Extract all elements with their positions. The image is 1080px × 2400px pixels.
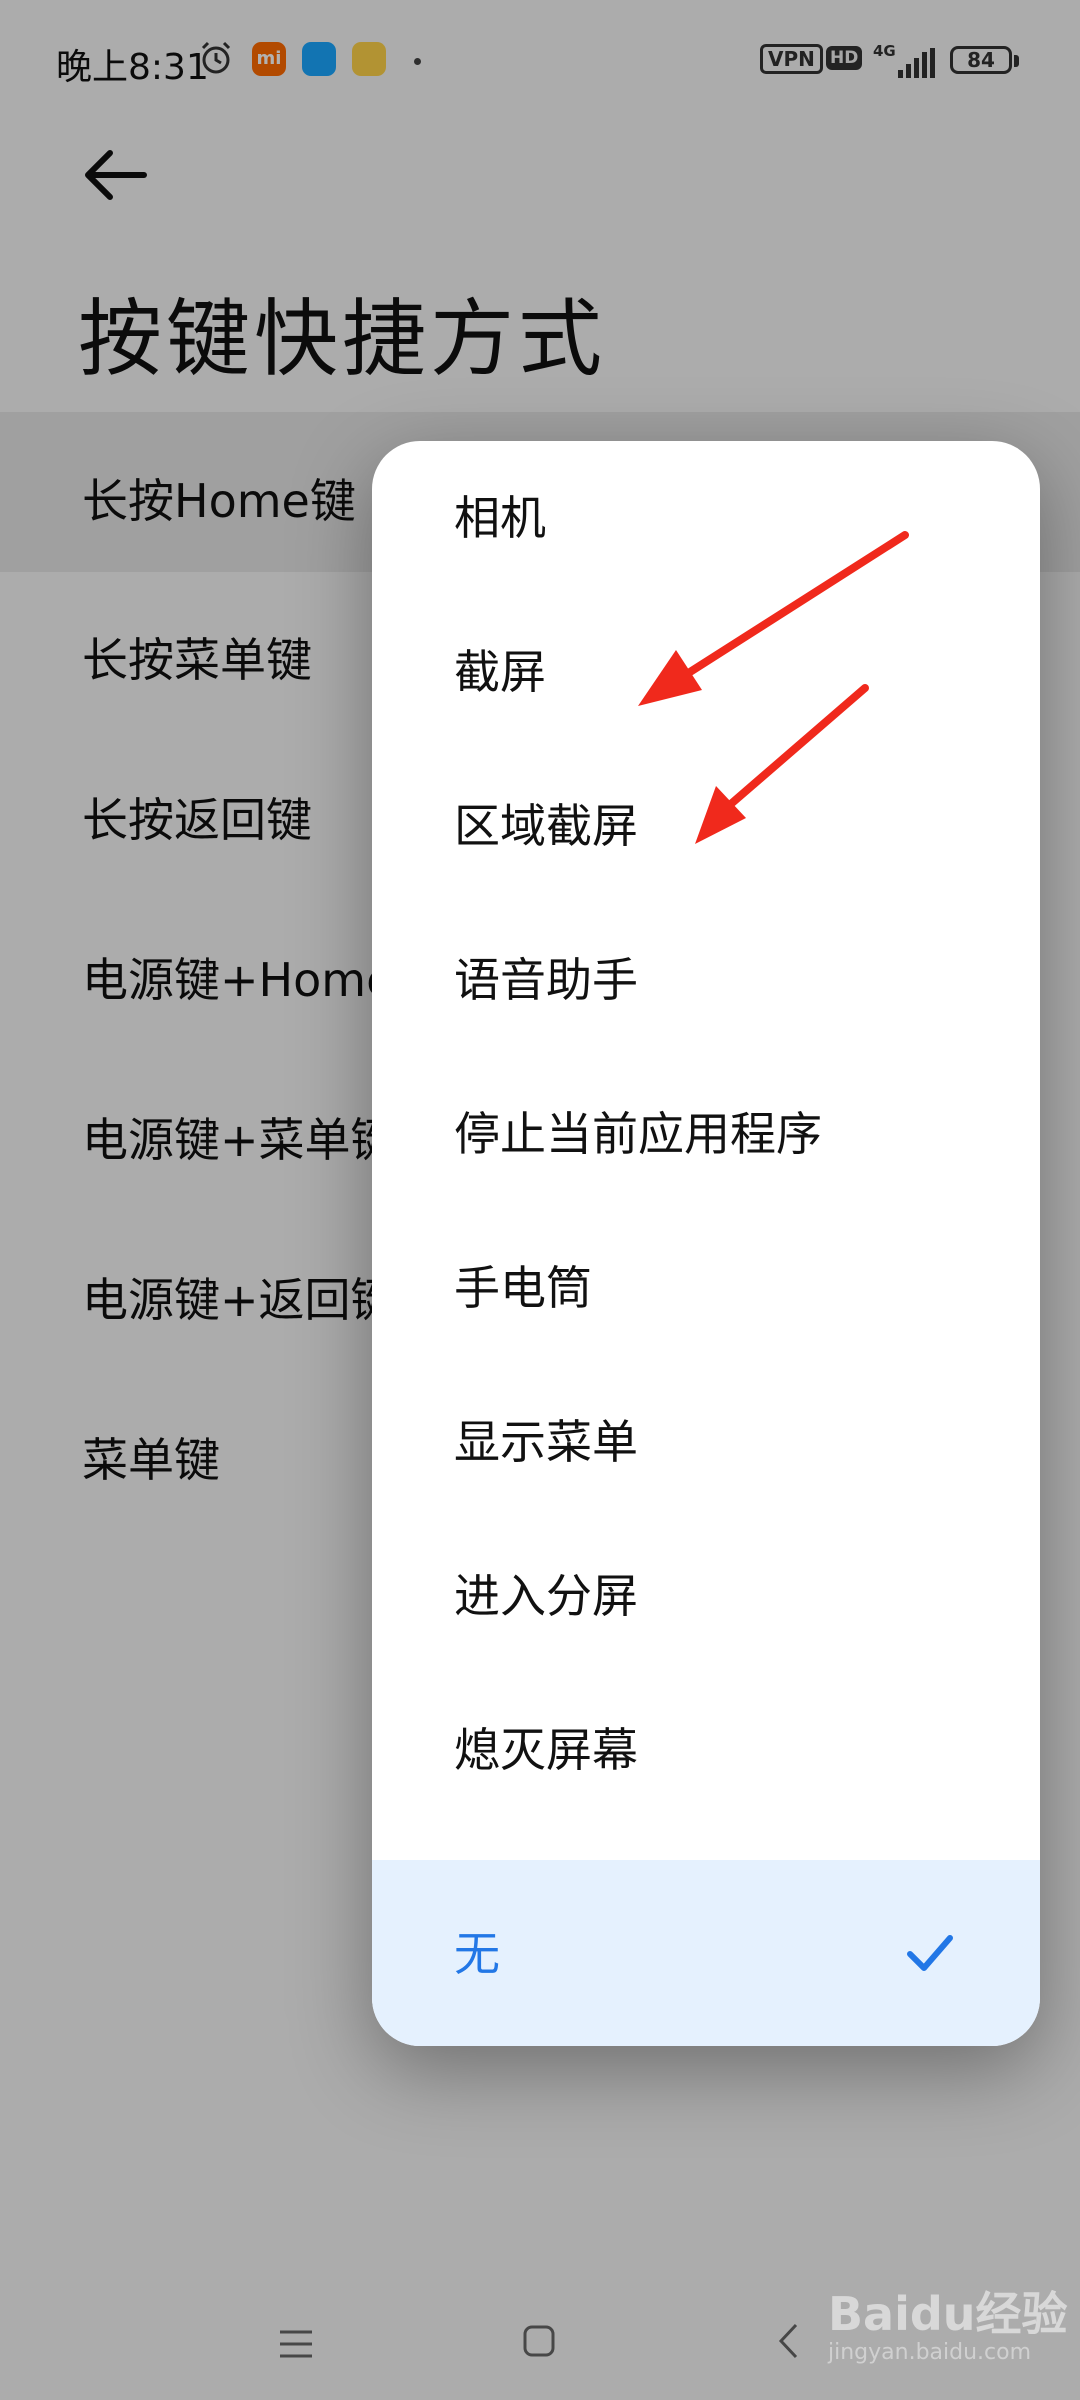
option-none[interactable]: 无 xyxy=(372,1860,1040,2046)
checkmark-icon xyxy=(907,1935,953,1971)
option-turn-off-screen[interactable]: 熄灭屏幕 xyxy=(372,1673,1040,1827)
option-voice-assistant[interactable]: 语音助手 xyxy=(372,903,1040,1057)
baidu-watermark: Baidu经验 xyxy=(828,2287,1068,2341)
option-flashlight[interactable]: 手电筒 xyxy=(372,1211,1040,1365)
option-area-screenshot[interactable]: 区域截屏 xyxy=(372,749,1040,903)
baidu-watermark-url: jingyan.baidu.com xyxy=(828,2340,1032,2365)
option-camera[interactable]: 相机 xyxy=(372,441,1040,595)
option-screenshot[interactable]: 截屏 xyxy=(372,595,1040,749)
option-none-label: 无 xyxy=(454,1927,500,1981)
shortcut-options-menu: 相机 截屏 区域截屏 语音助手 停止当前应用程序 手电筒 显示菜单 进入分屏 熄… xyxy=(372,441,1040,2046)
option-stop-current-app[interactable]: 停止当前应用程序 xyxy=(372,1057,1040,1211)
option-split-screen[interactable]: 进入分屏 xyxy=(372,1519,1040,1673)
option-show-menu[interactable]: 显示菜单 xyxy=(372,1365,1040,1519)
